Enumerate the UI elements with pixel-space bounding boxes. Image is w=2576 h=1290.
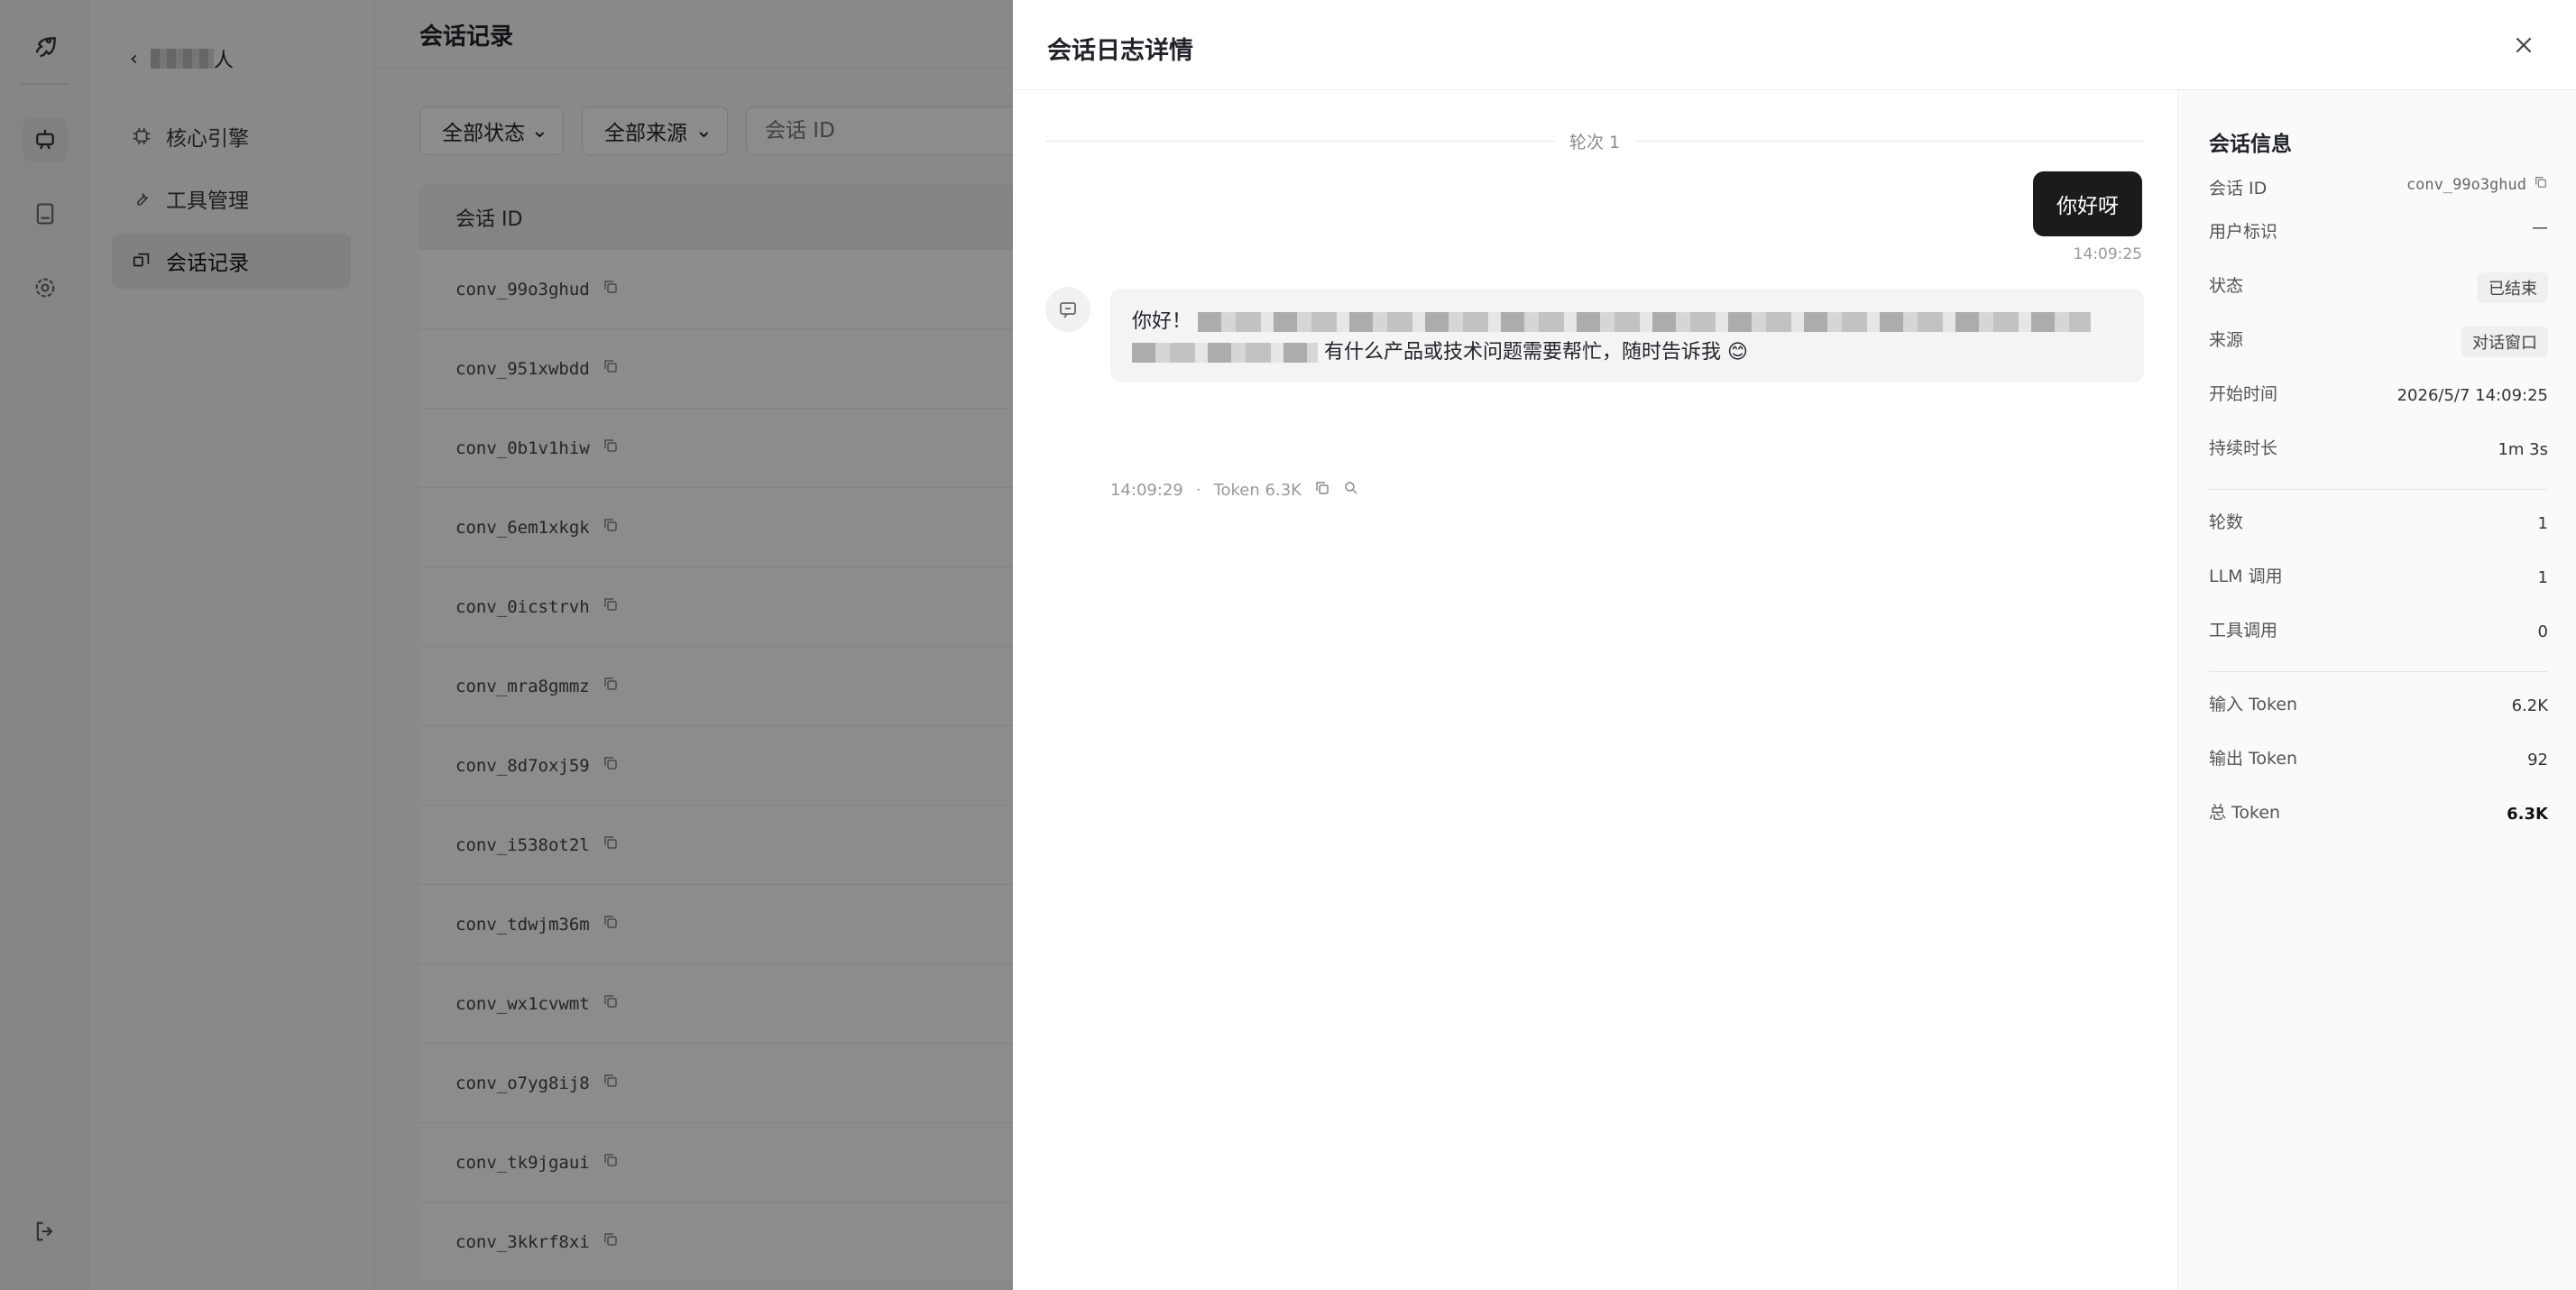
info-row-output-tokens: 输出 Token 92 xyxy=(2209,745,2548,769)
info-divider xyxy=(2209,671,2548,672)
search-icon[interactable] xyxy=(1343,480,1359,501)
redacted-text xyxy=(1198,312,2092,332)
user-message-bubble: 你好呀 xyxy=(2033,171,2142,236)
copy-icon[interactable] xyxy=(2534,175,2548,194)
info-row-start: 开始时间 2026/5/7 14:09:25 xyxy=(2209,381,2548,405)
info-label: 总 Token xyxy=(2209,803,2281,823)
info-row-rounds: 轮数 1 xyxy=(2209,509,2548,533)
info-value: 6.3K xyxy=(2507,805,2548,824)
info-row-id: 会话 ID conv_99o3ghud xyxy=(2209,175,2548,199)
info-value: 1 xyxy=(2537,514,2548,533)
copy-icon[interactable] xyxy=(1314,480,1330,501)
info-row-input-tokens: 输入 Token 6.2K xyxy=(2209,691,2548,715)
info-label: 持续时长 xyxy=(2209,438,2278,458)
conversation-panel: 轮次 1 你好呀 14:09:25 你好！ 有什么产品或技术问题需要帮忙，随时告… xyxy=(1013,90,2177,1290)
drawer-header: 会话日志详情 xyxy=(1013,0,2576,90)
info-value: 1 xyxy=(2537,568,2548,587)
info-row-duration: 持续时长 1m 3s xyxy=(2209,435,2548,459)
info-label: 开始时间 xyxy=(2209,384,2278,404)
redacted-text xyxy=(1132,343,1318,363)
info-title: 会话信息 xyxy=(2209,133,2292,156)
info-value: 2026/5/7 14:09:25 xyxy=(2397,386,2548,405)
info-label: 输入 Token xyxy=(2209,695,2298,714)
bot-message-meta: 14:09:29 · Token 6.3K xyxy=(1110,480,1359,501)
info-label: 工具调用 xyxy=(2209,621,2278,640)
info-row-status: 状态 已结束 xyxy=(2209,272,2548,303)
round-label: 轮次 1 xyxy=(1569,132,1621,152)
meta-separator: · xyxy=(1195,481,1201,500)
close-icon[interactable] xyxy=(2509,31,2538,60)
info-value: 0 xyxy=(2537,622,2548,641)
bot-message-bubble: 你好！ 有什么产品或技术问题需要帮忙，随时告诉我 😊 xyxy=(1110,289,2144,382)
user-message-time: 14:09:25 xyxy=(2073,245,2142,263)
info-label: 用户标识 xyxy=(2209,222,2278,242)
info-value: 6.2K xyxy=(2511,696,2548,715)
info-label: LLM 调用 xyxy=(2209,567,2283,586)
info-value: conv_99o3ghud xyxy=(2406,175,2526,194)
bot-message-text-end: 有什么产品或技术问题需要帮忙，随时告诉我 😊 xyxy=(1324,341,1748,364)
bot-message-text: 你好！ xyxy=(1132,310,1192,333)
bot-message-time: 14:09:29 xyxy=(1110,481,1183,500)
source-badge: 对话窗口 xyxy=(2461,327,2548,357)
info-label: 输出 Token xyxy=(2209,749,2298,769)
bot-message-tokens: Token 6.3K xyxy=(1213,481,1302,500)
info-row-user: 用户标识 — xyxy=(2209,218,2548,243)
info-value: 1m 3s xyxy=(2498,440,2548,459)
info-row-llm-calls: LLM 调用 1 xyxy=(2209,563,2548,587)
info-divider xyxy=(2209,489,2548,490)
info-value: 92 xyxy=(2527,751,2548,769)
round-divider: 轮次 1 xyxy=(1045,126,2145,155)
info-value: — xyxy=(2532,218,2548,237)
status-badge: 已结束 xyxy=(2478,272,2548,303)
info-label: 状态 xyxy=(2209,276,2244,296)
bot-avatar-icon xyxy=(1045,287,1090,332)
session-info-panel: 会话信息 会话 ID conv_99o3ghud 用户标识 — 状态 已结束 来… xyxy=(2177,90,2576,1290)
info-row-tool-calls: 工具调用 0 xyxy=(2209,617,2548,641)
info-label: 来源 xyxy=(2209,330,2244,350)
info-row-source: 来源 对话窗口 xyxy=(2209,327,2548,357)
info-label: 轮数 xyxy=(2209,512,2244,532)
drawer-title: 会话日志详情 xyxy=(1047,37,1193,65)
session-log-drawer: 会话日志详情 轮次 1 你好呀 14:09:25 你好！ 有什么产品或技术问题需… xyxy=(1013,0,2576,1290)
info-label: 会话 ID xyxy=(2209,179,2268,198)
info-row-total-tokens: 总 Token 6.3K xyxy=(2209,799,2548,824)
